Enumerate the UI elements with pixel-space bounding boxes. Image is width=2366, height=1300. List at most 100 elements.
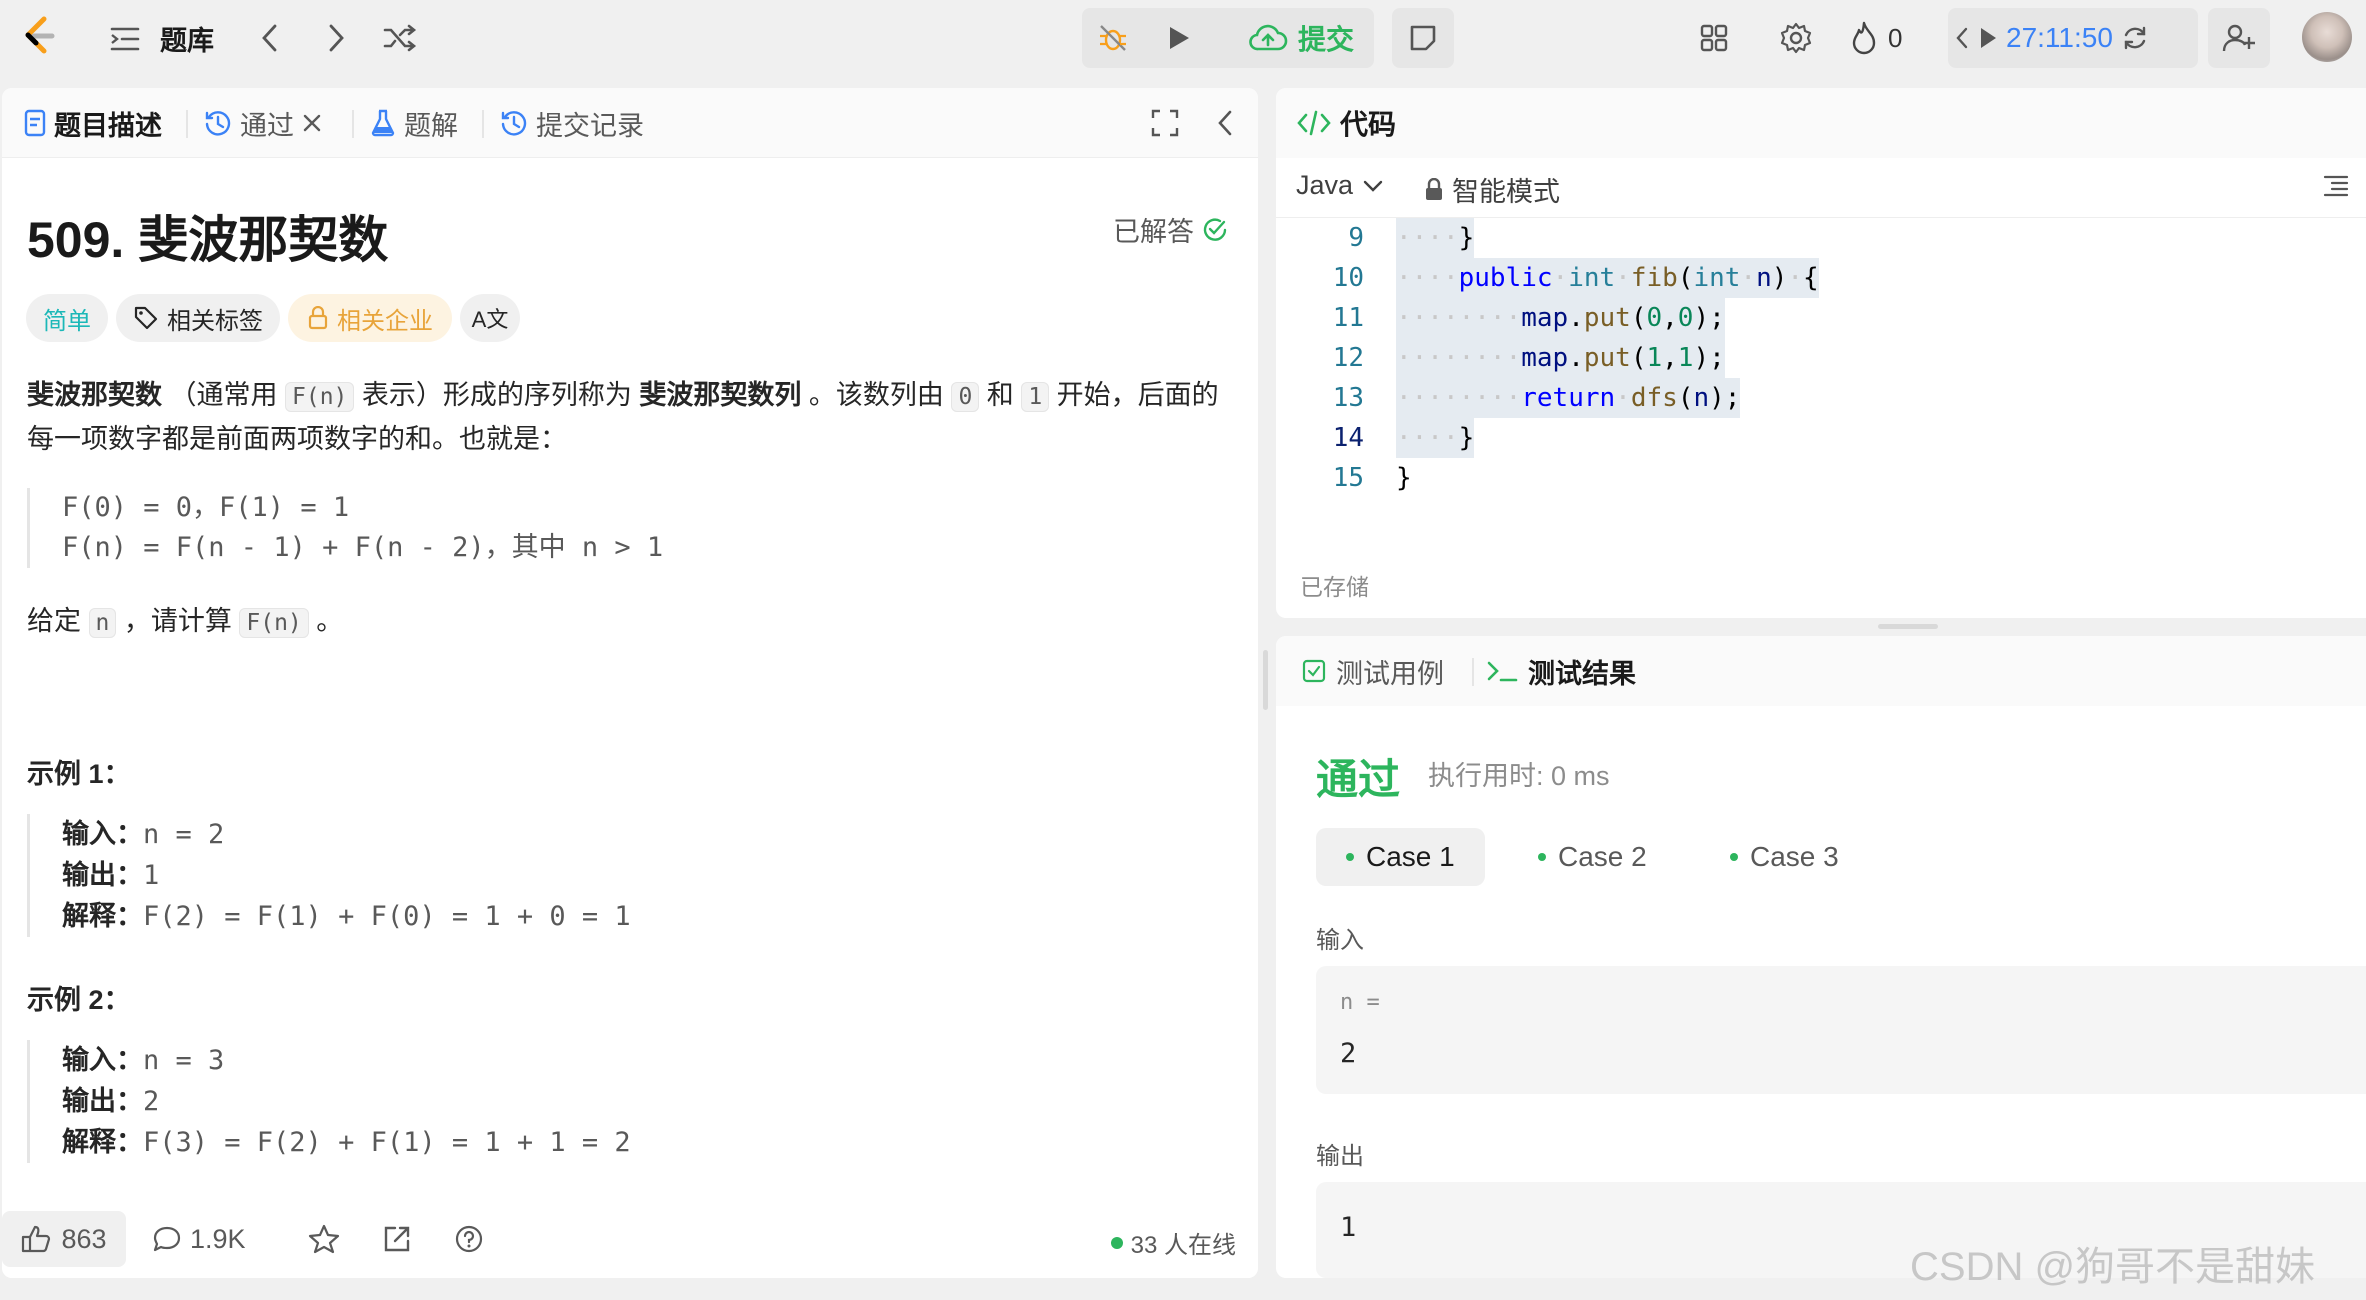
star-icon[interactable] [308,1217,340,1261]
tab-test-results[interactable]: 测试结果 [1486,650,1636,692]
line-number: 12 [1332,343,1364,373]
code-header-label: 代码 [1340,109,1397,140]
input-label: 输入： [62,819,143,849]
fullscreen-icon[interactable] [1146,104,1184,142]
example-output: 1 [143,860,160,891]
chevron-left-icon[interactable] [1206,104,1244,142]
explain-label: 解释： [62,1127,143,1157]
code-text: ····} [1396,218,1475,258]
chevron-left-icon[interactable] [252,20,288,56]
formula-line: F(0) = 0，F(1) = 1 [62,492,350,523]
tab-label: 通过 [240,110,294,141]
input-label: 输入 [1316,927,1364,954]
tab-submissions[interactable]: 提交记录 [500,102,644,144]
comments-button[interactable]: 1.9K [152,1217,246,1261]
term-fibonacci: 斐波那契数 [27,380,162,410]
code-editor[interactable]: 9 ····} 10 ····public·int·fib(int·n)·{ 1… [1276,218,2366,538]
code-text: } [1396,463,1412,493]
formula-line: F(n) = F(n - 1) + F(n - 2)，其中 n > 1 [62,532,664,563]
chevron-right-icon[interactable] [318,20,354,56]
layout-icon[interactable] [1694,18,1734,58]
related-companies-label: 相关企业 [337,307,433,335]
case-tab-2[interactable]: Case 2 [1508,828,1677,886]
streak-counter[interactable]: 0 [1850,18,1902,58]
play-icon[interactable] [1978,26,1998,50]
output-label: 输出： [62,1086,143,1116]
tab-label: 测试结果 [1528,658,1636,689]
refresh-icon[interactable] [2121,24,2149,52]
example-block: 输入：n = 3 输出：2 解释：F(3) = F(2) + F(1) = 1 … [27,1040,631,1163]
case-label: Case 1 [1366,841,1455,872]
tab-divider [482,110,484,138]
line-number: 15 [1332,463,1364,493]
avatar[interactable] [2302,12,2352,62]
format-icon[interactable] [2322,172,2358,208]
related-companies-button[interactable]: 相关企业 [288,294,452,342]
solved-label: 已解答 [1113,217,1194,247]
input-box: n = 2 [1316,966,2366,1094]
code-panel: 代码 Java 智能模式 9 ····} 10 ····public·int·f… [1276,88,2366,618]
timer[interactable]: 27:11:50 [1954,16,2149,60]
online-count: 33 人在线 [1110,1225,1236,1260]
note-icon[interactable] [1400,16,1446,60]
tag-icon [133,305,159,331]
task-statement: 给定 n ，请计算 F(n) 。 [27,600,1227,644]
language-select[interactable]: Java [1296,170,1383,201]
close-icon[interactable] [302,113,322,133]
chevron-left-icon[interactable] [1954,26,1970,50]
mode-select[interactable]: 智能模式 [1424,170,1560,209]
submit-button[interactable]: 提交 [1234,14,1368,62]
desc-text: 和 [979,380,1022,410]
horizontal-resize-handle[interactable] [1878,624,1938,629]
runtime-label: 执行用时: 0 ms [1428,761,1610,791]
add-user-icon[interactable] [2216,16,2262,60]
desc-text: （通常用 [162,380,286,410]
code-line: 9 ····} [1276,218,2366,258]
tab-solutions[interactable]: 题解 [370,102,458,144]
problem-footer: 863 1.9K 33 人在线 [2,1203,1258,1278]
tab-divider [186,110,188,138]
code-line: 11 ········map.put(0,0); [1276,298,2366,338]
tab-accepted[interactable]: 通过 [204,102,322,144]
play-icon[interactable] [1156,16,1202,60]
history-icon [500,109,528,137]
debug-icon[interactable] [1090,16,1136,60]
tab-testcases[interactable]: 测试用例 [1302,650,1444,692]
chevron-down-icon [1363,179,1383,193]
help-icon[interactable] [454,1217,484,1261]
term-fibonacci-seq: 斐波那契数列 [639,380,802,410]
gear-icon[interactable] [1774,18,1818,58]
case-label: Case 3 [1750,841,1839,872]
line-number: 9 [1348,223,1364,253]
list-icon[interactable] [108,22,142,56]
language-toggle-icon[interactable]: A文 [460,294,520,342]
inline-code: n [88,608,117,638]
case-tab-3[interactable]: Case 3 [1700,828,1869,886]
check-circle-icon [1202,217,1228,243]
submit-label: 提交 [1297,24,1354,55]
thumbs-up-icon [21,1225,51,1253]
example-input: n = 3 [143,1045,225,1076]
desc-text: 。该数列由 [801,380,952,410]
vertical-resize-handle[interactable] [1263,650,1268,710]
share-icon[interactable] [382,1217,412,1261]
logo-icon[interactable] [18,14,58,58]
problem-bank-link[interactable]: 题库 [160,18,214,58]
related-tags-label: 相关标签 [167,307,263,335]
online-label: 33 人在线 [1130,1232,1236,1259]
case-tab-1[interactable]: Case 1 [1316,828,1485,886]
example-input: n = 2 [143,819,225,850]
related-tags-button[interactable]: 相关标签 [116,294,280,342]
explain-label: 解释： [62,901,143,931]
shuffle-icon[interactable] [380,20,420,56]
online-dot [1110,1236,1123,1249]
history-icon [204,109,232,137]
like-count: 863 [61,1223,107,1254]
saved-status: 已存储 [1300,574,1369,600]
test-panel: 测试用例 测试结果 通过 执行用时: 0 ms Case 1 Case 2 Ca… [1276,636,2366,1278]
input-value: 2 [1340,1038,1357,1069]
tab-description[interactable]: 题目描述 [24,102,162,144]
like-button[interactable]: 863 [2,1211,126,1267]
checkbox-icon [1302,659,1326,683]
upload-cloud-icon [1248,23,1288,53]
